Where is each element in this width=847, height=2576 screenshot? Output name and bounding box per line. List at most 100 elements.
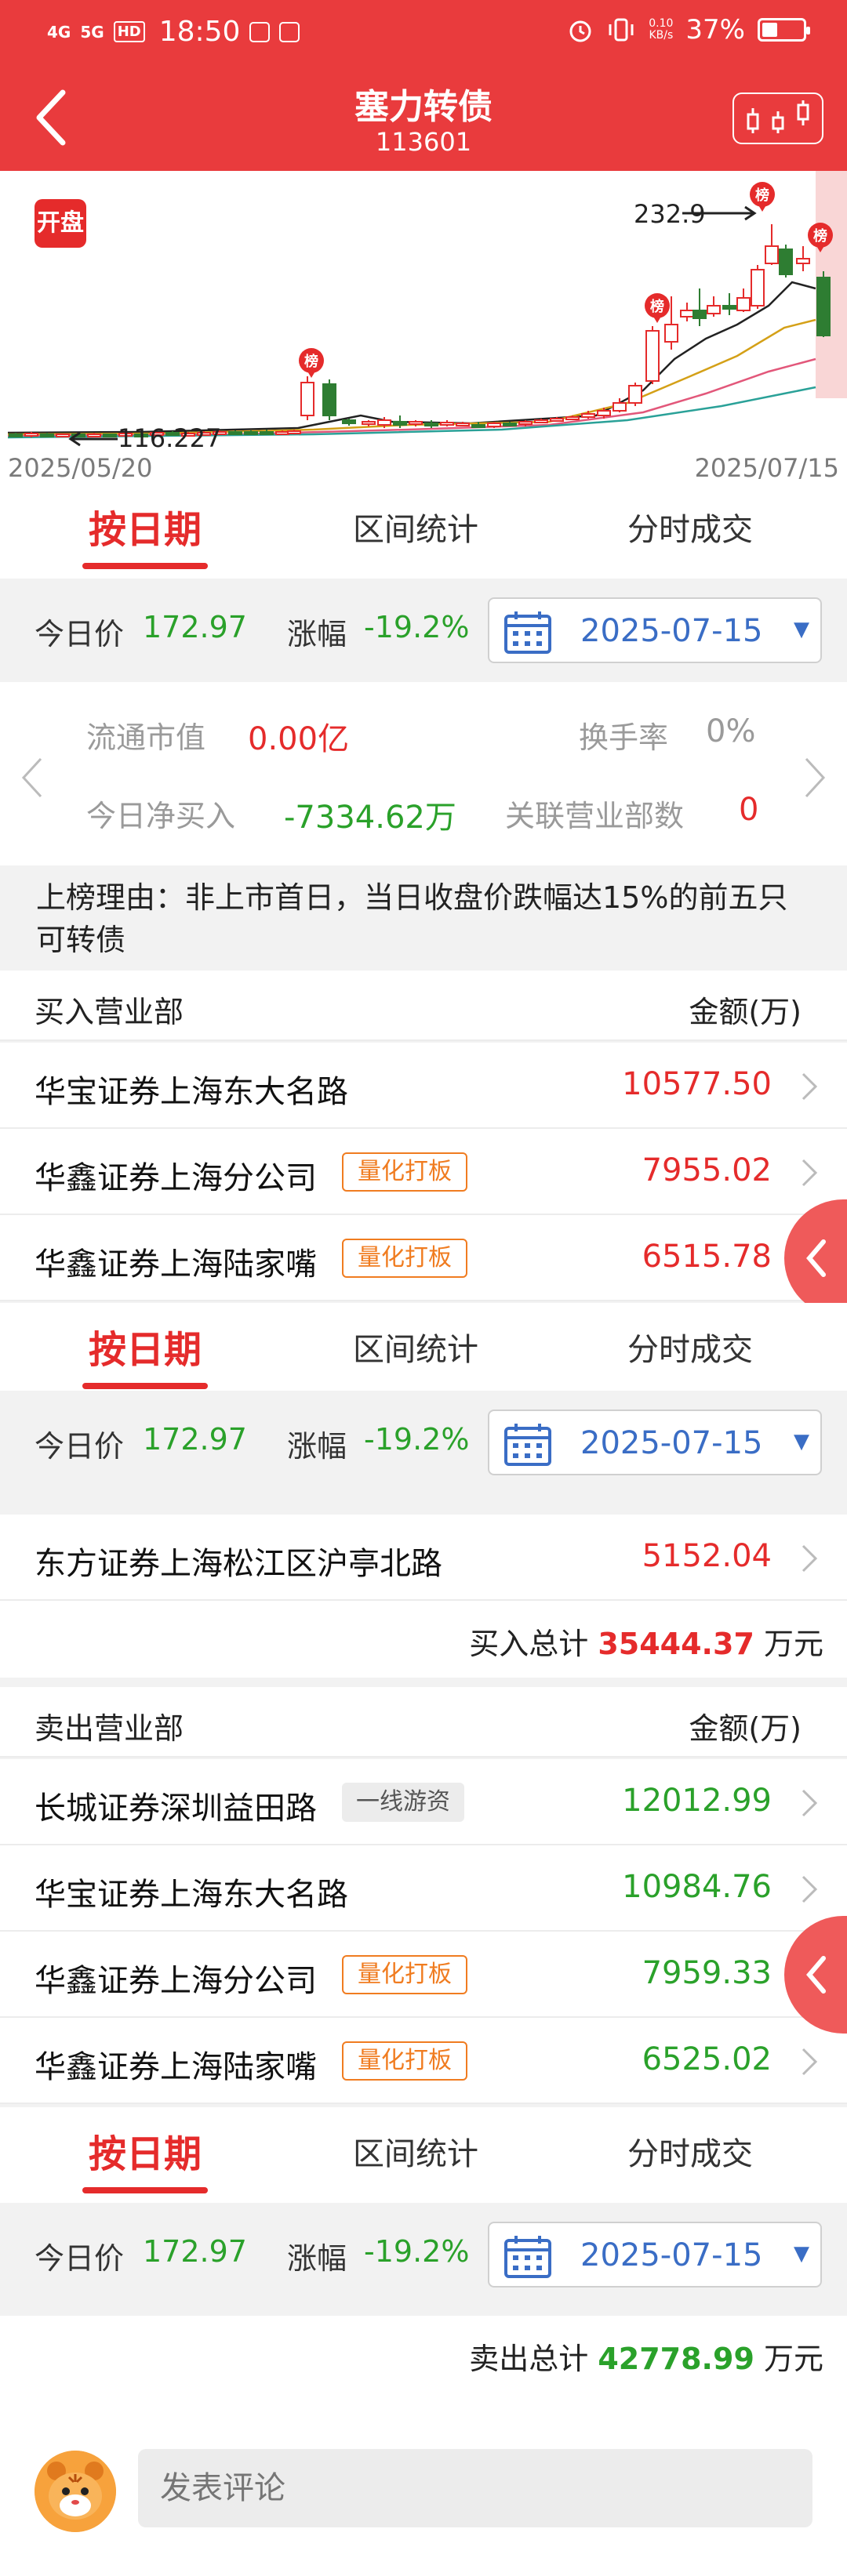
date-value: 2025-07-15 (580, 2237, 763, 2273)
candle-body (393, 421, 407, 426)
tab-by-date-label: 按日期 (88, 508, 202, 552)
buy-row[interactable]: 华鑫证券上海分公司 量化打板 7955.02 (0, 1129, 847, 1215)
candle-body (103, 434, 117, 437)
net-buy-value: -7334.62万 (284, 800, 456, 836)
buy-header-name: 买入营业部 (35, 995, 184, 1029)
price-bar: 今日价 172.97 涨幅 -19.2% 2025-07-15 ▼ (0, 579, 847, 677)
stats-panel: 流通市值 0.00亿 换手率 0% 今日净买入 -7334.62万 关联营业部数… (0, 682, 847, 867)
chevron-right-icon (802, 1789, 818, 1817)
bond-code: 113601 (375, 127, 472, 157)
status-bar: 4G 5G HD 18:50 0.10 KB/s 37% (0, 0, 847, 66)
network-speed: 0.10 KB/s (649, 18, 673, 41)
sell-row[interactable]: 华鑫证券上海陆家嘴 量化打板 6525.02 (0, 2018, 847, 2104)
candle-body (765, 245, 779, 264)
chart-end-date: 2025/07/15 (694, 453, 839, 483)
candle-body (244, 431, 258, 435)
market-cap-value: 0.00亿 (248, 721, 350, 757)
buy-row[interactable]: 华宝证券上海东大名路 10577.50 (0, 1043, 847, 1129)
candle-body (275, 431, 289, 435)
dept-amount: 12012.99 (622, 1783, 772, 1819)
chevron-right-icon (802, 1159, 818, 1187)
candle-body (645, 330, 660, 382)
sell-row[interactable]: 华宝证券上海东大名路 10984.76 (0, 1845, 847, 1932)
date-picker[interactable]: 2025-07-15 ▼ (488, 597, 822, 663)
chevron-left-icon (806, 1956, 826, 1994)
candlestick-icon (747, 100, 809, 133)
candle-body (518, 421, 533, 425)
dropdown-caret-icon: ▼ (794, 618, 809, 641)
speed-value: 0.10 (649, 17, 674, 31)
sell-row[interactable]: 华鑫证券上海分公司 量化打板 7959.33 (0, 1932, 847, 2018)
dept-amount: 7959.33 (642, 1955, 772, 1991)
prev-arrow-icon[interactable] (17, 754, 49, 801)
calendar-icon (504, 611, 551, 654)
tab-by-date[interactable]: 按日期 (47, 2107, 243, 2203)
candle-body (534, 419, 548, 423)
date-picker[interactable]: 2025-07-15 ▼ (488, 2222, 822, 2288)
candle-body (456, 423, 470, 426)
tab-range-stats[interactable]: 区间统计 (322, 1303, 510, 1399)
net-buy-label: 今日净买入 (86, 799, 236, 833)
kline-chart[interactable]: 榜榜榜榜 开盘 232.9 116.227 2025/05/20 2025/07… (0, 171, 847, 483)
candle-body (9, 434, 23, 437)
tab-by-date[interactable]: 按日期 (47, 483, 243, 579)
tab-intraday[interactable]: 分时成交 (596, 1303, 784, 1399)
tab-intraday[interactable]: 分时成交 (596, 483, 784, 579)
candle-body (487, 423, 501, 427)
change-label: 涨幅 (287, 617, 347, 651)
candle-body (471, 424, 485, 428)
dept-amount: 10577.50 (622, 1066, 772, 1102)
candle-body (680, 310, 694, 317)
dept-name: 华鑫证券上海分公司 (35, 1160, 317, 1196)
alarm-icon (569, 20, 591, 42)
buy-total-value: 35444.37 (598, 1627, 754, 1661)
chevron-right-icon (802, 2048, 818, 2076)
sell-header-name: 卖出营业部 (35, 1711, 184, 1746)
comment-bar (0, 2391, 847, 2576)
sell-total: 卖出总计 42778.99 万元 (0, 2316, 847, 2393)
sell-row[interactable]: 长城证券深圳益田路 一线游资 12012.99 (0, 1759, 847, 1845)
tab-by-date-label: 按日期 (88, 2132, 202, 2176)
tab-range-stats[interactable]: 区间统计 (322, 2107, 510, 2203)
candle-body (440, 422, 454, 426)
candle-body (664, 324, 678, 343)
vibrate-icon (609, 18, 634, 42)
comment-input[interactable] (138, 2449, 812, 2527)
tab-bar: 按日期 区间统计 分时成交 (0, 1303, 847, 1399)
chart-start-date: 2025/05/20 (8, 453, 153, 483)
sell-section-header: 卖出营业部 金额(万) (0, 1687, 847, 1758)
buy-row[interactable]: 华鑫证券上海陆家嘴 量化打板 6515.78 (0, 1215, 847, 1301)
hd-voice-icon: HD (113, 21, 145, 42)
price-bar: 今日价 172.97 涨幅 -19.2% 2025-07-15 ▼ (0, 2203, 847, 2302)
dept-name: 华宝证券上海东大名路 (35, 1074, 348, 1110)
tab-intraday[interactable]: 分时成交 (596, 2107, 784, 2203)
buy-row[interactable]: 东方证券上海松江区沪亭北路 5152.04 (0, 1515, 847, 1601)
avatar[interactable] (35, 2451, 116, 2532)
candle-body (260, 431, 274, 435)
tab-range-stats[interactable]: 区间统计 (322, 483, 510, 579)
today-price-value: 172.97 (143, 610, 247, 644)
kline-chart-button[interactable] (732, 93, 823, 144)
next-arrow-icon[interactable] (798, 754, 830, 801)
tab-by-date[interactable]: 按日期 (47, 1303, 243, 1399)
candle-body (300, 382, 314, 416)
candle-body (707, 305, 721, 314)
tab-bar: 按日期 区间统计 分时成交 (0, 483, 847, 579)
top-bar: 4G 5G HD 18:50 0.10 KB/s 37% 塞力转债 113601 (0, 0, 847, 171)
dept-count-value: 0 (739, 792, 759, 828)
dept-tag: 量化打板 (342, 1239, 467, 1278)
dept-name: 长城证券深圳益田路 (35, 1791, 317, 1827)
date-picker[interactable]: 2025-07-15 ▼ (488, 1410, 822, 1475)
dept-tag: 量化打板 (342, 1152, 467, 1192)
dept-amount: 5152.04 (642, 1538, 772, 1574)
candle-body (550, 418, 564, 422)
list-badge-icon: 榜 (645, 293, 670, 323)
candle-body (87, 434, 101, 437)
battery-level-fill (762, 23, 777, 37)
chevron-left-icon (806, 1239, 826, 1277)
network-5g-indicator: 5G (80, 22, 104, 42)
dept-tag: 量化打板 (342, 2041, 467, 2081)
candle-body (40, 434, 54, 437)
candle-body (424, 423, 438, 426)
candle-body (693, 310, 707, 319)
